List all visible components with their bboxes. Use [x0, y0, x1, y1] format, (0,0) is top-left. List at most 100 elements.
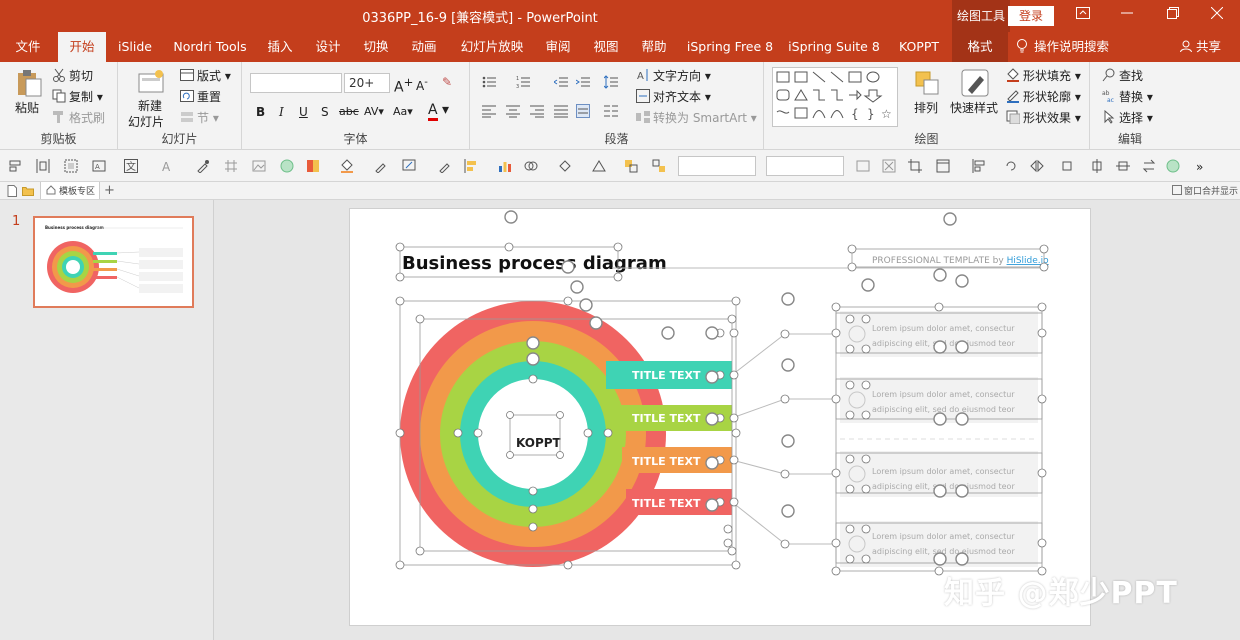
- align-objects-tool-icon[interactable]: [972, 159, 986, 173]
- textbox-tool-icon[interactable]: A: [92, 159, 106, 173]
- crop-tool-icon[interactable]: [908, 159, 922, 173]
- tab-islide[interactable]: iSlide: [110, 32, 160, 62]
- picker-tool-icon[interactable]: [374, 159, 388, 173]
- tab-home[interactable]: 开始: [58, 32, 106, 62]
- char-spacing-button[interactable]: AV▾: [364, 104, 384, 120]
- swap-tool-icon[interactable]: [1142, 159, 1156, 173]
- size-tool-icon[interactable]: [1060, 159, 1074, 173]
- text-tool-icon[interactable]: 文: [124, 159, 138, 173]
- slide-title[interactable]: Business process diagram: [402, 253, 667, 274]
- distributed-icon[interactable]: [576, 104, 590, 118]
- increase-indent-icon[interactable]: [576, 75, 590, 89]
- shape-effects-button[interactable]: 形状效果 ▾: [1006, 110, 1081, 126]
- picker2-tool-icon[interactable]: [438, 159, 452, 173]
- share-button[interactable]: 共享: [1180, 32, 1221, 62]
- bold-button[interactable]: B: [256, 104, 265, 120]
- slide[interactable]: Business process diagram PROFESSIONAL TE…: [349, 208, 1091, 626]
- middle-tool-icon[interactable]: [1116, 159, 1130, 173]
- distribute-tool-icon[interactable]: [36, 159, 50, 173]
- shape-combine-tool-icon[interactable]: [558, 159, 572, 173]
- quick-styles-icon[interactable]: [960, 68, 990, 98]
- numbering-icon[interactable]: 13: [516, 75, 530, 89]
- clear-format-icon[interactable]: ✎: [442, 74, 452, 90]
- select-button[interactable]: 选择 ▾: [1102, 110, 1153, 126]
- tab-animations[interactable]: 动画: [404, 32, 444, 62]
- font-name-combo[interactable]: [250, 73, 342, 93]
- shrink-font-icon[interactable]: A-: [416, 75, 428, 94]
- format-painter-button[interactable]: 格式刷: [52, 110, 105, 126]
- arrange-icon[interactable]: [912, 68, 942, 98]
- strikethrough-button[interactable]: abc: [339, 104, 359, 120]
- tab-view[interactable]: 视图: [586, 32, 626, 62]
- new-slide-label-2[interactable]: 幻灯片: [128, 114, 164, 130]
- minimize-icon[interactable]: [1104, 0, 1150, 32]
- color-block-tool-icon[interactable]: [306, 159, 320, 173]
- new-slide-label-1[interactable]: 新建: [138, 98, 162, 114]
- tab-transitions[interactable]: 切换: [356, 32, 396, 62]
- slide-subtitle[interactable]: PROFESSIONAL TEMPLATE by HiSlide.io: [872, 256, 1049, 266]
- shape-outline-button[interactable]: 形状轮廓 ▾: [1006, 89, 1081, 105]
- outline-tool-icon[interactable]: [402, 159, 416, 173]
- tab-nordri-tools[interactable]: Nordri Tools: [168, 32, 252, 62]
- shadow-button[interactable]: S: [321, 104, 329, 120]
- green-circle-tool-icon[interactable]: [1166, 159, 1180, 173]
- height-input[interactable]: [766, 156, 844, 176]
- circle-tool-icon[interactable]: [280, 159, 294, 173]
- tab-slideshow[interactable]: 幻灯片放映: [452, 32, 532, 62]
- tab-ispring-free[interactable]: iSpring Free 8: [682, 32, 778, 62]
- triangle-tool-icon[interactable]: [592, 159, 606, 173]
- grow-font-icon[interactable]: A+: [394, 74, 413, 96]
- hash-tool-icon[interactable]: [224, 159, 238, 173]
- font-color-button[interactable]: A ▾: [428, 102, 449, 121]
- change-case-button[interactable]: Aa▾: [393, 104, 413, 120]
- tab-help[interactable]: 帮助: [634, 32, 674, 62]
- replace-button[interactable]: ab ac 替换 ▾: [1102, 89, 1153, 105]
- new-slide-icon[interactable]: [136, 68, 166, 98]
- group-objects-tool-icon[interactable]: [624, 159, 638, 173]
- section-button[interactable]: 节 ▾: [180, 110, 219, 126]
- merge-windows-button[interactable]: 窗口合并显示: [1172, 184, 1238, 197]
- login-button[interactable]: 登录: [1008, 6, 1054, 26]
- chart-tool-icon[interactable]: [498, 159, 512, 173]
- font-a-tool-icon[interactable]: A: [160, 159, 174, 173]
- cut-button[interactable]: 剪切: [52, 68, 93, 84]
- bullets-icon[interactable]: [482, 75, 496, 89]
- underline-button[interactable]: U: [299, 104, 308, 120]
- shapes-gallery[interactable]: {} ☆: [772, 67, 898, 127]
- close-icon[interactable]: [1194, 0, 1240, 32]
- align-tool-icon[interactable]: [8, 159, 22, 173]
- window-tool-icon[interactable]: [936, 159, 950, 173]
- paste-button[interactable]: 粘贴: [15, 100, 39, 116]
- quick-styles-button[interactable]: 快速样式: [950, 100, 998, 116]
- group-tool-icon[interactable]: [64, 159, 78, 173]
- layout-button[interactable]: 版式 ▾: [180, 68, 231, 84]
- width-input[interactable]: [678, 156, 756, 176]
- center-tool-icon[interactable]: [1090, 159, 1104, 173]
- tab-review[interactable]: 审阅: [538, 32, 578, 62]
- template-tab[interactable]: 模板专区: [40, 182, 100, 199]
- eyedropper-tool-icon[interactable]: [196, 159, 210, 173]
- text-direction-button[interactable]: A 文字方向 ▾: [636, 68, 711, 84]
- justify-icon[interactable]: [554, 104, 568, 118]
- italic-button[interactable]: I: [279, 104, 284, 120]
- shape-union-tool-icon[interactable]: [524, 159, 538, 173]
- tab-design[interactable]: 设计: [308, 32, 348, 62]
- ribbon-display-options-icon[interactable]: [1060, 0, 1106, 32]
- add-tab-button[interactable]: +: [104, 182, 115, 199]
- arrange-button[interactable]: 排列: [914, 100, 938, 116]
- font-size-combo[interactable]: 20+: [344, 73, 390, 93]
- convert-smartart-button[interactable]: 转换为 SmartArt ▾: [636, 110, 757, 126]
- align-left-icon[interactable]: [482, 104, 496, 118]
- paste-icon[interactable]: [14, 68, 44, 98]
- fill-tool-icon[interactable]: [340, 159, 354, 173]
- decrease-indent-icon[interactable]: [554, 75, 568, 89]
- center-label[interactable]: KOPPT: [516, 436, 562, 450]
- delete-tool-icon[interactable]: [882, 159, 896, 173]
- toolbar-more-icon[interactable]: »: [1196, 159, 1203, 175]
- tab-file[interactable]: 文件: [6, 32, 50, 62]
- line-spacing-icon[interactable]: [604, 75, 618, 89]
- ring-center[interactable]: [478, 379, 588, 489]
- folder-icon[interactable]: [22, 185, 34, 197]
- tab-insert[interactable]: 插入: [260, 32, 300, 62]
- restore-icon[interactable]: [1150, 0, 1196, 32]
